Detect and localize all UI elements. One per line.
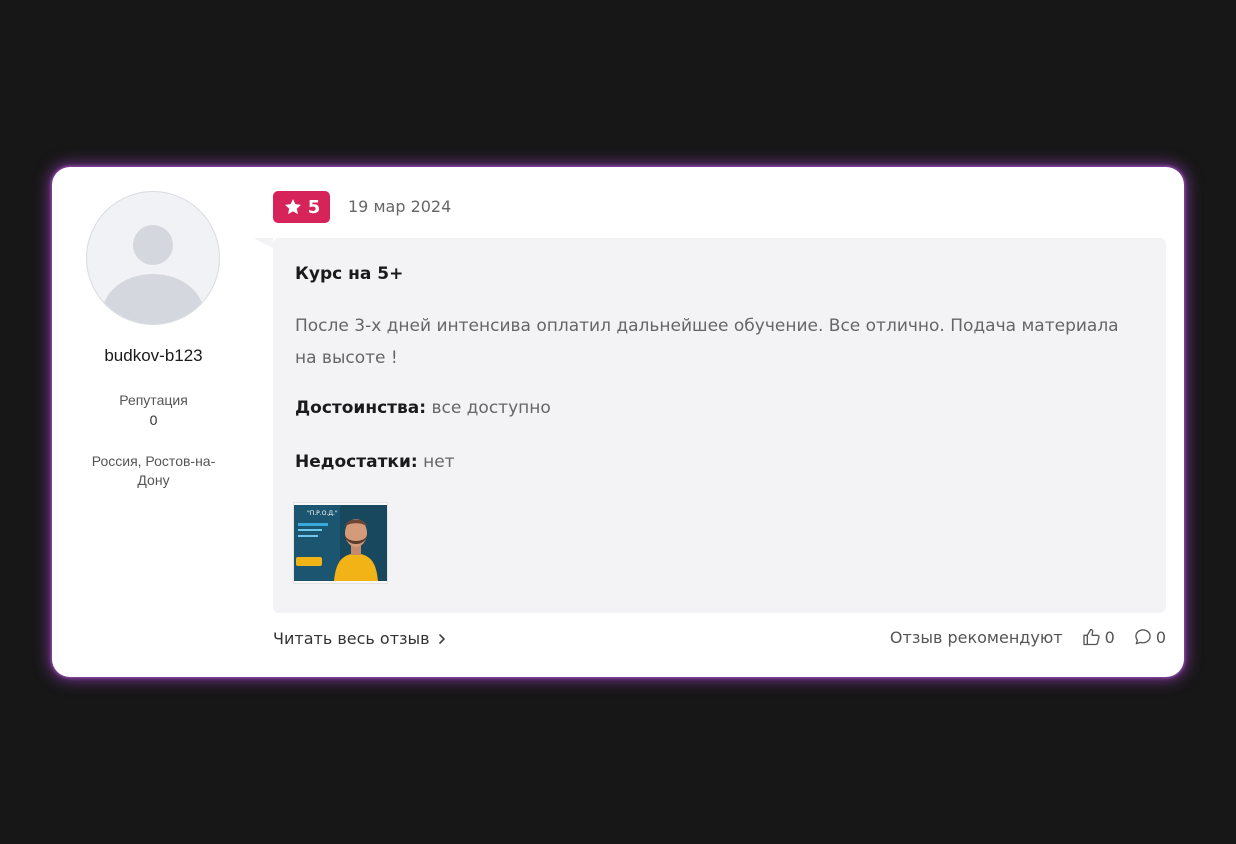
recommend-label: Отзыв рекомендуют — [889, 627, 1063, 647]
likes-count: 0 — [1104, 627, 1115, 647]
reputation-label: Репутация — [119, 392, 188, 408]
comment-icon — [1135, 629, 1151, 645]
review-image-thumbnail[interactable]: "П.Р.О.Д." — [293, 502, 388, 584]
comments-count: 0 — [1155, 627, 1166, 647]
author-panel: budkov-b123 Репутация 0 Россия, Ростов-н… — [52, 167, 255, 677]
review-actions: Отзыв рекомендуют 0 0 — [890, 627, 1166, 647]
review-date: 19 мар 2024 — [348, 197, 452, 216]
review-pros: Достоинства: все доступно — [295, 398, 551, 418]
reputation-value: 0 — [149, 412, 158, 428]
image-badge-text: "П.Р.О.Д." — [307, 510, 338, 517]
cons-label: Недостатки: — [295, 452, 418, 472]
read-full-review-label: Читать весь отзыв — [273, 629, 430, 648]
star-icon — [284, 199, 301, 215]
avatar-placeholder-icon[interactable] — [86, 191, 220, 325]
chevron-right-icon — [438, 633, 445, 644]
review-body: Курс на 5+ После 3-х дней интенсива опла… — [253, 238, 1166, 613]
read-full-review-link[interactable]: Читать весь отзыв — [273, 629, 446, 648]
review-text: После 3-х дней интенсива оплатил дальней… — [295, 316, 1119, 368]
pros-value: все доступно — [426, 398, 551, 418]
rating-badge: 5 — [273, 191, 330, 223]
review-title: Курс на 5+ — [295, 264, 404, 284]
avatar-body-shape — [102, 274, 204, 324]
avatar-head-shape — [133, 225, 173, 265]
thumbs-up-icon — [1082, 628, 1100, 646]
rating-value: 5 — [307, 196, 321, 218]
author-username[interactable]: budkov-b123 — [52, 346, 255, 366]
review-card: budkov-b123 Репутация 0 Россия, Ростов-н… — [52, 167, 1184, 677]
like-button[interactable]: 0 — [1081, 627, 1115, 647]
review-cons: Недостатки: нет — [295, 452, 455, 472]
review-image-illustration: "П.Р.О.Д." — [294, 503, 387, 583]
pros-label: Достоинства: — [295, 398, 427, 418]
author-location: Россия, Ростов-на-Дону — [91, 453, 216, 488]
cons-value: нет — [417, 452, 455, 472]
comments-button[interactable]: 0 — [1133, 627, 1166, 647]
